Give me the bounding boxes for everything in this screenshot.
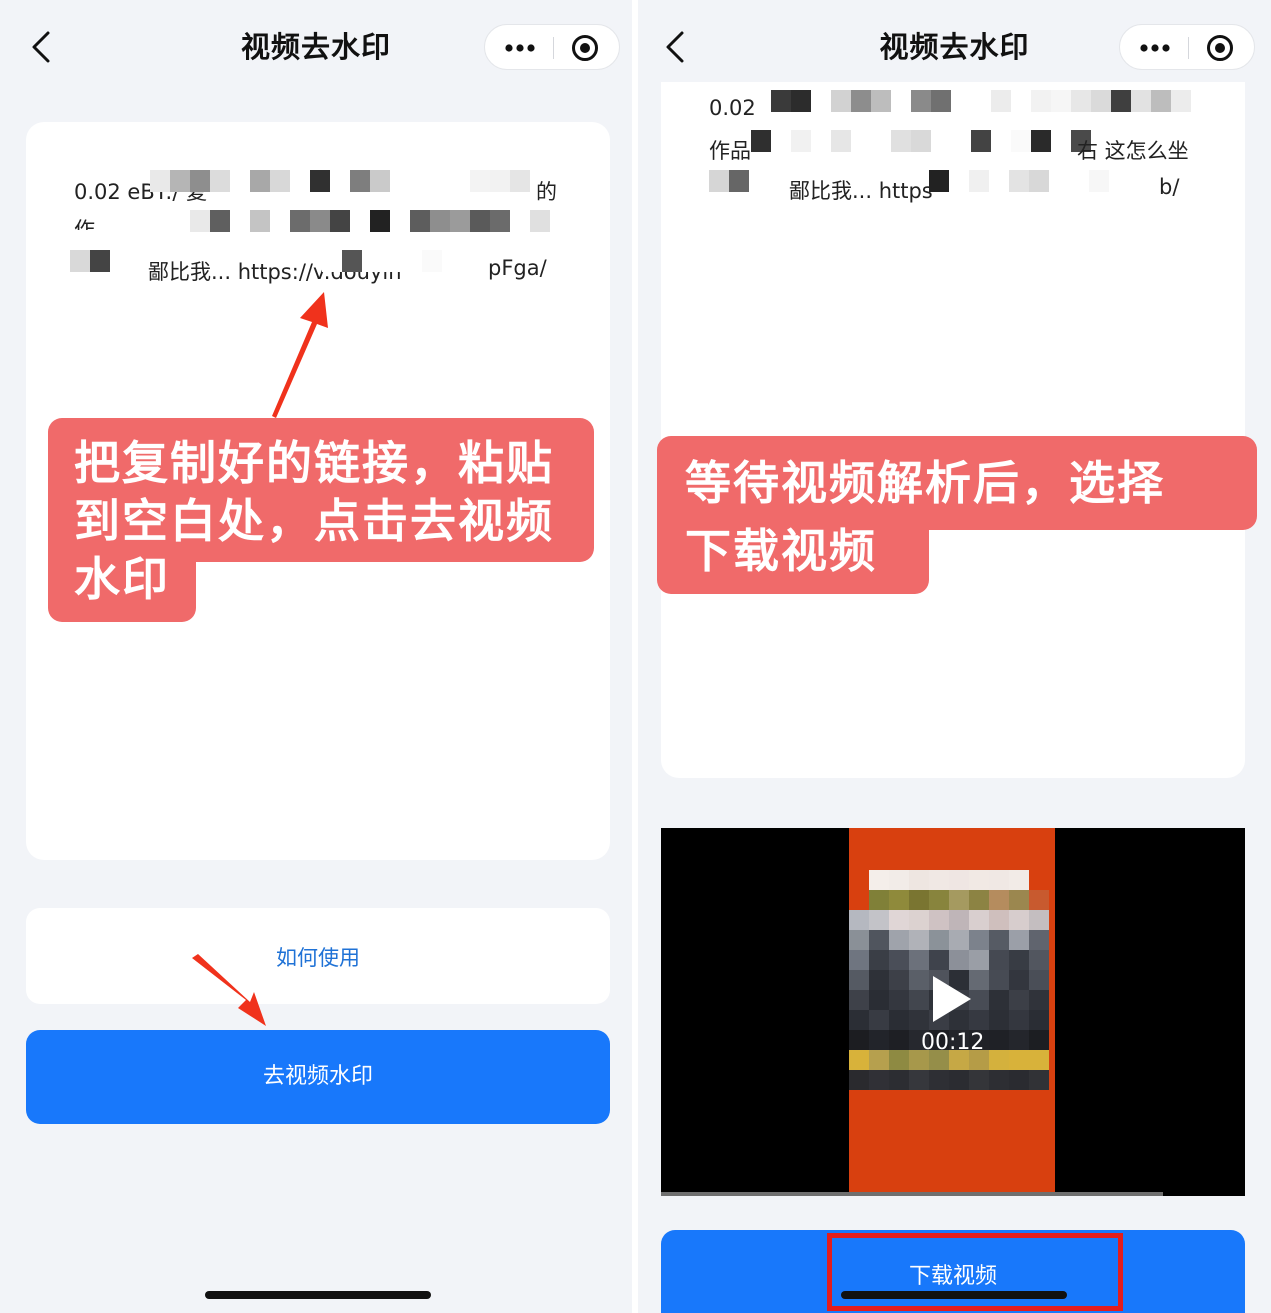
capsule-divider xyxy=(1188,37,1189,59)
video-player[interactable]: 00:12 xyxy=(661,828,1245,1196)
pasted-text-line-3-end: b/ xyxy=(1159,175,1180,199)
censor-mosaic xyxy=(70,250,130,272)
instruction-callout-tail: 下载视频 xyxy=(657,524,929,594)
highlight-box xyxy=(827,1233,1123,1311)
pasted-text-line-2-end: 右 这怎么坐 xyxy=(1077,139,1189,163)
pasted-text-line-1: 0.02 xyxy=(709,96,756,120)
more-dots-icon[interactable] xyxy=(503,35,537,61)
censor-mosaic xyxy=(751,130,1091,152)
censor-mosaic xyxy=(771,90,1191,112)
pasted-text-line-3: 鄙比我... https xyxy=(789,179,933,203)
nav-bar: 视频去水印 xyxy=(638,0,1271,82)
censor-mosaic xyxy=(150,170,530,192)
link-input-area[interactable]: 0.02 作品 右 这怎么坐 鄙比我... https b/ xyxy=(661,40,1245,778)
instruction-callout-tail: 水印 xyxy=(48,552,196,622)
pasted-text-line-2: 作 xyxy=(74,218,95,230)
right-screen: 0.02 作品 右 这怎么坐 鄙比我... https b/ 视频去水印 等待视… xyxy=(638,0,1271,1313)
home-indicator xyxy=(205,1291,431,1299)
capsule-divider xyxy=(553,37,554,59)
mini-program-capsule xyxy=(484,24,620,70)
pasted-text-line-3-end: pFga/ xyxy=(488,256,547,280)
play-icon[interactable] xyxy=(927,974,975,1024)
close-circle-icon[interactable] xyxy=(571,34,599,62)
home-indicator xyxy=(841,1291,1067,1299)
instruction-callout: 把复制好的链接，粘贴 到空白处，点击去视频 xyxy=(48,418,594,562)
censor-mosaic xyxy=(170,210,550,232)
instruction-callout: 等待视频解析后，选择 xyxy=(657,436,1257,530)
pasted-text-line-2: 作品 xyxy=(709,139,751,163)
remove-watermark-button[interactable]: 去视频水印 xyxy=(26,1030,610,1124)
censor-mosaic xyxy=(709,170,749,192)
close-circle-icon[interactable] xyxy=(1206,34,1234,62)
arrow-up-annotation xyxy=(272,292,328,418)
left-screen: 视频去水印 0.02 eBT:/ 复 的 作 鄙比我... https://v.… xyxy=(0,0,632,1313)
arrow-down-annotation xyxy=(192,954,266,1026)
video-duration: 00:12 xyxy=(921,1030,985,1055)
mini-program-capsule xyxy=(1119,24,1255,70)
more-dots-icon[interactable] xyxy=(1138,35,1172,61)
censor-mosaic xyxy=(929,170,1129,192)
how-to-use-link[interactable]: 如何使用 xyxy=(26,942,610,972)
pasted-text-suffix: 的 xyxy=(536,180,557,204)
censor-mosaic xyxy=(322,250,482,272)
nav-bar: 视频去水印 xyxy=(0,0,632,82)
video-progress-track[interactable] xyxy=(661,1192,1163,1196)
how-to-use-card[interactable]: 如何使用 xyxy=(26,908,610,1004)
